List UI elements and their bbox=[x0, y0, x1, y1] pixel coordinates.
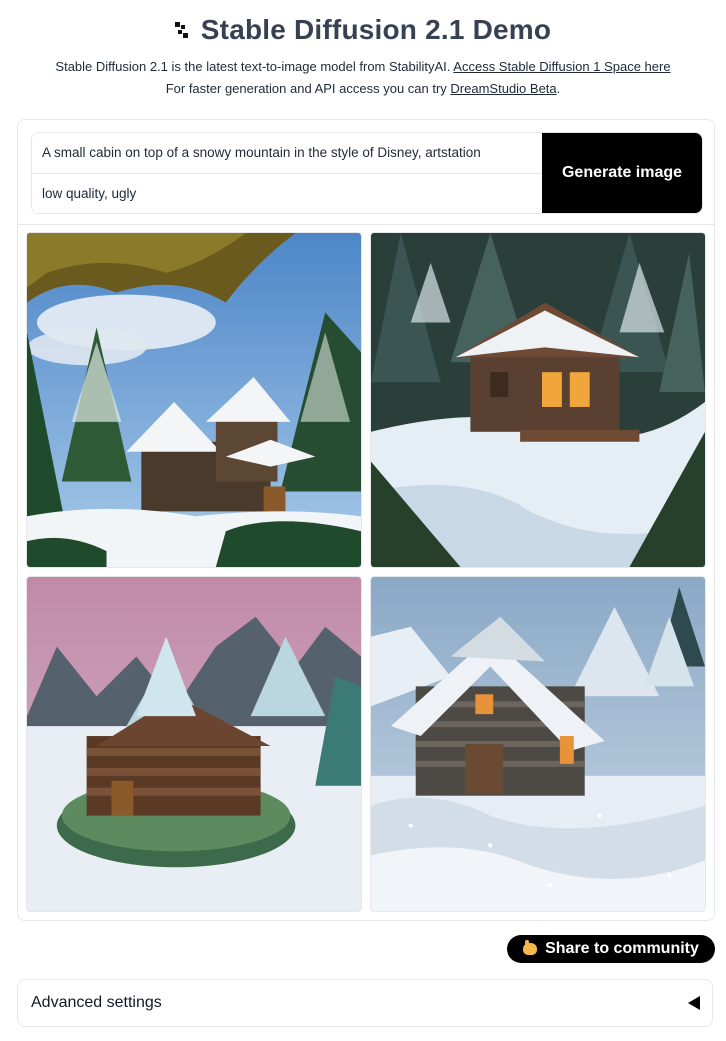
gallery-image-1[interactable] bbox=[26, 232, 362, 568]
dreamstudio-link[interactable]: DreamStudio Beta bbox=[450, 81, 556, 96]
description-end: . bbox=[556, 81, 561, 96]
cabin-image-3 bbox=[27, 577, 361, 911]
generate-image-button[interactable]: Generate image bbox=[542, 133, 702, 213]
divider bbox=[18, 224, 714, 225]
gallery-image-4[interactable] bbox=[370, 576, 706, 912]
share-button-label: Share to community bbox=[545, 940, 699, 957]
header: Stable Diffusion 2.1 Demo Stable Diffusi… bbox=[0, 0, 726, 100]
description-text-2: For faster generation and API access you… bbox=[165, 81, 451, 96]
page-title: Stable Diffusion 2.1 Demo bbox=[200, 14, 552, 45]
collapse-caret-icon bbox=[688, 996, 700, 1010]
advanced-settings-accordion[interactable]: Advanced settings bbox=[17, 979, 713, 1027]
description-text-1: Stable Diffusion 2.1 is the latest text-… bbox=[55, 59, 454, 74]
image-gallery bbox=[26, 232, 708, 914]
prompt-inputs: A small cabin on top of a snowy mountain… bbox=[32, 133, 542, 213]
negative-prompt-input[interactable]: low quality, ugly bbox=[32, 173, 542, 213]
cabin-image-2 bbox=[371, 233, 705, 567]
advanced-settings-label: Advanced settings bbox=[31, 994, 162, 1011]
title-row: Stable Diffusion 2.1 Demo bbox=[0, 12, 726, 48]
share-to-community-button[interactable]: Share to community bbox=[507, 935, 715, 963]
cabin-image-4 bbox=[371, 577, 705, 911]
main-panel: A small cabin on top of a snowy mountain… bbox=[17, 119, 715, 921]
description-line-2: For faster generation and API access you… bbox=[0, 78, 726, 100]
sd1-space-link[interactable]: Access Stable Diffusion 1 Space here bbox=[453, 59, 670, 74]
prompt-input[interactable]: A small cabin on top of a snowy mountain… bbox=[32, 133, 542, 174]
stability-logo-icon bbox=[174, 22, 191, 38]
description-line-1: Stable Diffusion 2.1 is the latest text-… bbox=[0, 56, 726, 78]
gallery-image-2[interactable] bbox=[370, 232, 706, 568]
gallery-image-3[interactable] bbox=[26, 576, 362, 912]
prompt-box: A small cabin on top of a snowy mountain… bbox=[31, 132, 703, 214]
hugging-hand-icon bbox=[523, 940, 538, 955]
cabin-image-1 bbox=[27, 233, 361, 567]
